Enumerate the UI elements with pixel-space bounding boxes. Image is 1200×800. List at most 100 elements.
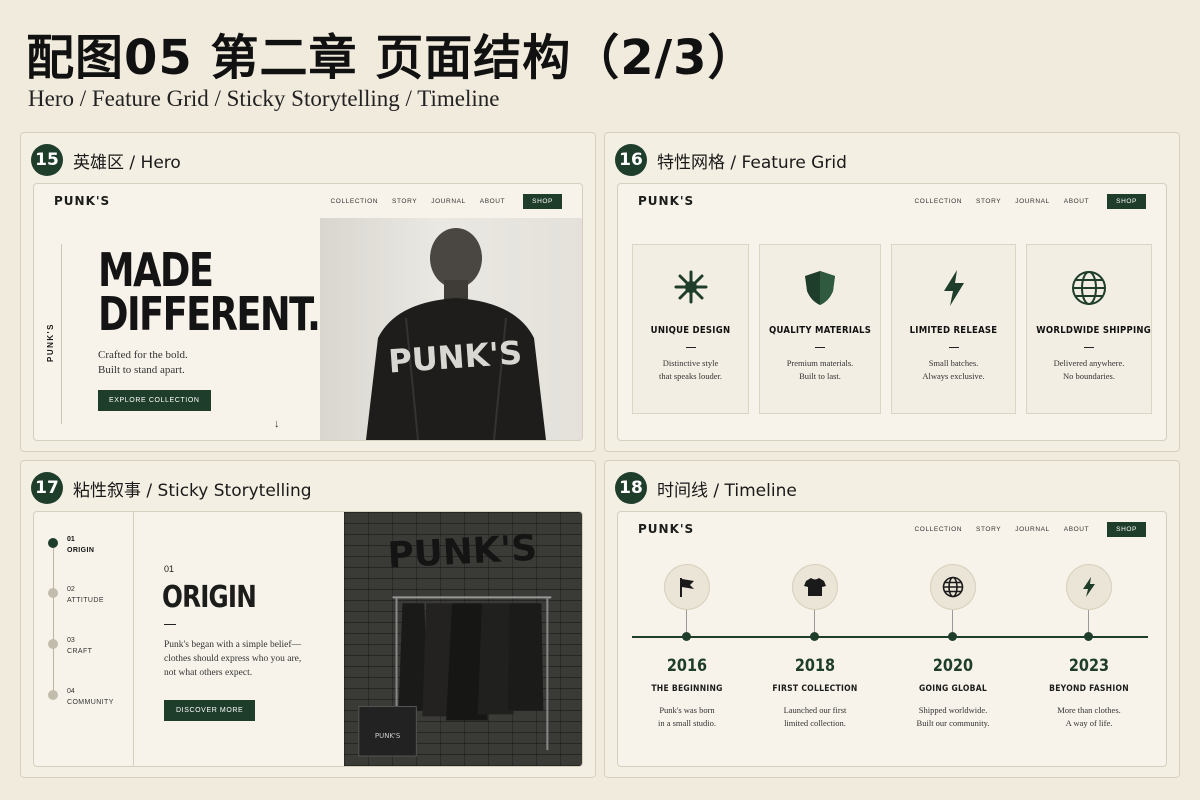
shop-button[interactable]: SHOP <box>1107 521 1146 537</box>
progress-track <box>53 542 54 692</box>
event-year: 2020 <box>932 656 974 676</box>
event-description: Launched our first limited collection. <box>750 704 880 730</box>
site-nav: PUNK'S COLLECTION STORY JOURNAL ABOUT SH… <box>618 512 1166 546</box>
event-year: 2018 <box>794 656 836 676</box>
timeline-dot <box>682 632 691 641</box>
story-photo: PUNK'S PUNK'S <box>344 512 582 766</box>
divider <box>1084 347 1094 348</box>
nav-link-about[interactable]: ABOUT <box>1064 526 1089 533</box>
explore-collection-button[interactable]: EXPLORE COLLECTION <box>98 390 211 411</box>
hero-headline-line: DIFFERENT. <box>98 287 321 341</box>
hero-subline-line: Built to stand apart. <box>98 364 185 376</box>
globe-icon <box>1070 269 1108 312</box>
story-step-craft[interactable]: 03 CRAFT <box>48 635 92 657</box>
divider <box>685 347 696 348</box>
timeline-dot <box>948 632 957 641</box>
panel-feature-grid: 16 特性网格 / Feature Grid PUNK'S COLLECTION… <box>604 132 1180 452</box>
panel-header: 17 粘性叙事 / Sticky Storytelling <box>31 471 312 505</box>
hero-photo: PUNK'S <box>320 218 582 440</box>
hero-headline: MADE DIFFERENT. <box>98 243 321 341</box>
nav-link-collection[interactable]: COLLECTION <box>915 526 963 533</box>
shield-icon <box>803 269 837 312</box>
tshirt-icon <box>792 564 838 610</box>
panel-label: 时间线 / Timeline <box>657 480 797 501</box>
feature-description-line: No boundaries. <box>1063 371 1115 381</box>
step-number: 03 <box>67 637 75 644</box>
feature-card[interactable]: LIMITED RELEASE Small batches. Always ex… <box>891 244 1016 414</box>
nav-link-collection[interactable]: COLLECTION <box>915 198 963 205</box>
discover-more-button[interactable]: DISCOVER MORE <box>164 700 256 721</box>
site-nav: PUNK'S COLLECTION STORY JOURNAL ABOUT SH… <box>34 184 582 218</box>
vertical-brand-text: PUNK'S <box>46 323 55 362</box>
panel-number-badge: 15 <box>31 144 63 176</box>
nav-link-story[interactable]: STORY <box>392 198 417 205</box>
event-year: 2016 <box>666 656 708 676</box>
panel-label: 英雄区 / Hero <box>73 152 181 173</box>
content-body-line: clothes should express who you are, <box>164 654 302 664</box>
nav-link-journal[interactable]: JOURNAL <box>431 198 466 205</box>
feature-card[interactable]: WORLDWIDE SHIPPING Delivered anywhere. N… <box>1026 244 1152 414</box>
panel-number-badge: 17 <box>31 472 63 504</box>
scroll-down-icon[interactable]: ↓ <box>274 418 280 430</box>
hero-subline-line: Crafted for the bold. <box>98 349 188 361</box>
event-title: THE BEGINNING <box>651 684 723 694</box>
hero-headline-line: MADE <box>98 243 214 297</box>
story-step-origin[interactable]: 01 ORIGIN <box>48 534 94 556</box>
event-description-line: in a small studio. <box>657 718 717 728</box>
vertical-brand-rail: PUNK'S <box>44 244 62 424</box>
nav-link-journal[interactable]: JOURNAL <box>1015 526 1050 533</box>
content-number: 01 <box>164 564 175 574</box>
step-dot <box>48 639 58 649</box>
nav-link-story[interactable]: STORY <box>976 526 1001 533</box>
hero-mockup: PUNK'S COLLECTION STORY JOURNAL ABOUT SH… <box>33 183 583 441</box>
nav-link-collection[interactable]: COLLECTION <box>331 198 379 205</box>
shop-button[interactable]: SHOP <box>1107 193 1146 209</box>
panel-header: 18 时间线 / Timeline <box>615 471 797 505</box>
feature-description-line: Distinctive style <box>662 358 719 368</box>
feature-card[interactable]: UNIQUE DESIGN Distinctive style that spe… <box>632 244 749 414</box>
event-description-line: Shipped worldwide. <box>918 705 988 715</box>
event-description-line: Built our community. <box>916 718 990 728</box>
shop-button[interactable]: SHOP <box>523 193 562 209</box>
site-logo[interactable]: PUNK'S <box>638 194 694 208</box>
content-body: Punk's began with a simple belief— cloth… <box>164 638 354 680</box>
content-body-line: not what others expect. <box>164 668 253 678</box>
feature-title: UNIQUE DESIGN <box>650 325 731 336</box>
nav-link-about[interactable]: ABOUT <box>480 198 505 205</box>
feature-description-line: Premium materials. <box>786 358 854 368</box>
timeline-dot <box>1084 632 1093 641</box>
nav-link-about[interactable]: ABOUT <box>1064 198 1089 205</box>
step-dot <box>48 588 58 598</box>
panel-timeline: 18 时间线 / Timeline PUNK'S COLLECTION STOR… <box>604 460 1180 778</box>
panel-header: 16 特性网格 / Feature Grid <box>615 143 847 177</box>
feature-title: LIMITED RELEASE <box>909 325 998 336</box>
feature-description-line: Small batches. <box>928 358 979 368</box>
event-title: GOING GLOBAL <box>918 684 988 694</box>
feature-title: WORLDWIDE SHIPPING <box>1036 325 1151 336</box>
divider <box>164 624 176 625</box>
nav-link-journal[interactable]: JOURNAL <box>1015 198 1050 205</box>
event-year: 2023 <box>1068 656 1110 676</box>
feature-card[interactable]: QUALITY MATERIALS Premium materials. Bui… <box>759 244 881 414</box>
event-title: BEYOND FASHION <box>1049 684 1129 694</box>
step-number: 01 <box>67 536 75 543</box>
feature-description-line: Built to last. <box>799 371 841 381</box>
step-dot <box>48 538 58 548</box>
story-progress-nav: 01 ORIGIN 02 ATTITUDE 03 CRAFT 04 COMMUN… <box>34 512 134 766</box>
step-number: 02 <box>67 586 75 593</box>
panel-number-badge: 16 <box>615 144 647 176</box>
nav-link-story[interactable]: STORY <box>976 198 1001 205</box>
event-title: FIRST COLLECTION <box>772 684 858 694</box>
story-step-attitude[interactable]: 02 ATTITUDE <box>48 584 104 606</box>
step-label: COMMUNITY <box>67 699 114 706</box>
site-logo[interactable]: PUNK'S <box>54 194 110 208</box>
event-description-line: limited collection. <box>784 718 846 728</box>
feature-title: QUALITY MATERIALS <box>769 325 872 336</box>
site-logo[interactable]: PUNK'S <box>638 522 694 536</box>
event-description: Punk's was born in a small studio. <box>622 704 752 730</box>
flag-icon <box>664 564 710 610</box>
feature-description: Small batches. Always exclusive. <box>892 357 1015 383</box>
story-step-community[interactable]: 04 COMMUNITY <box>48 686 114 708</box>
panel-sticky-storytelling: 17 粘性叙事 / Sticky Storytelling 01 ORIGIN … <box>20 460 596 778</box>
content-body-line: Punk's began with a simple belief— <box>164 640 302 650</box>
